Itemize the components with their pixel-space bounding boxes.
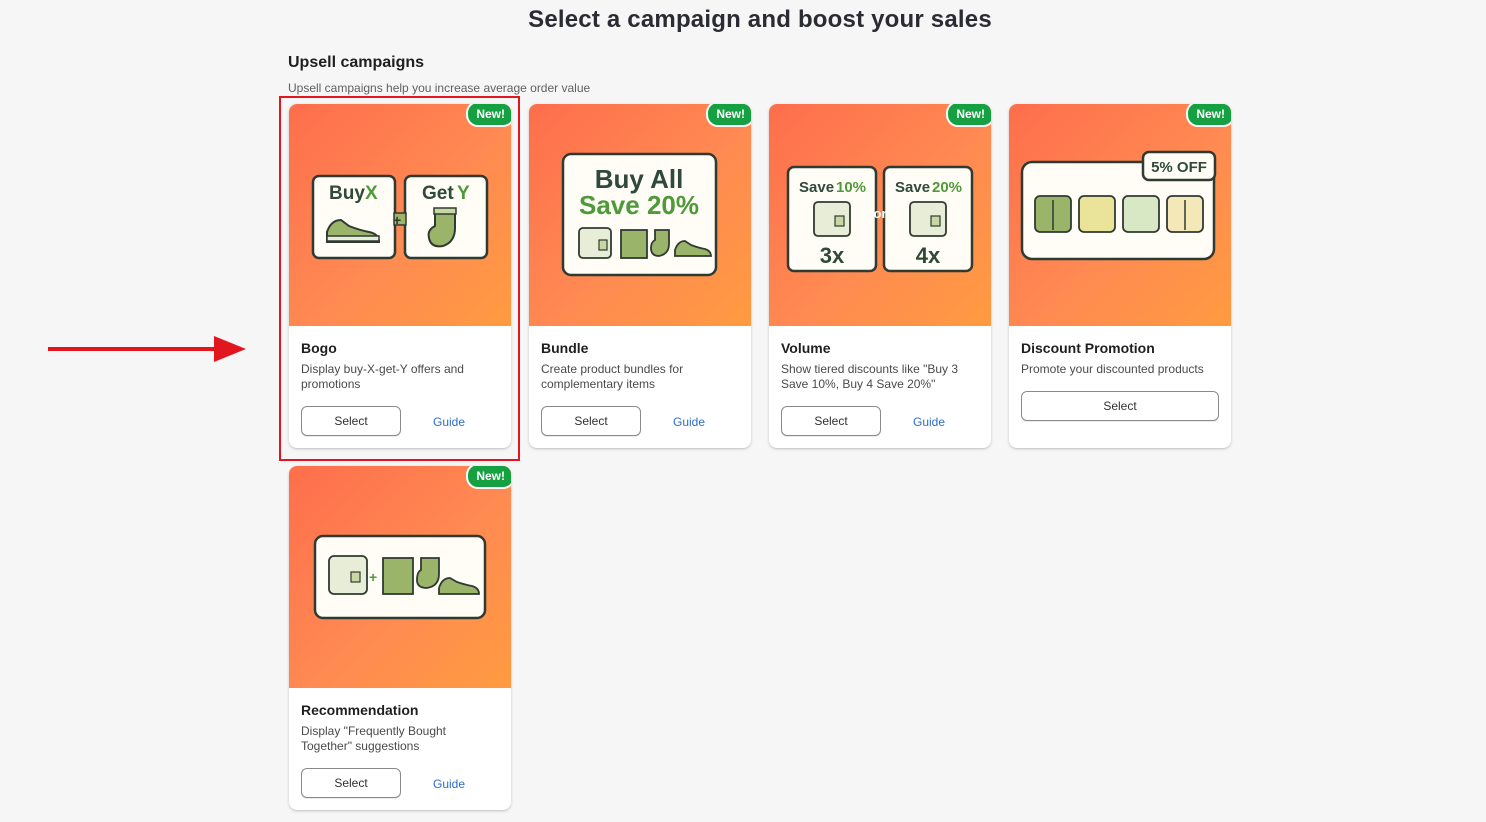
new-badge: New! [706, 104, 751, 127]
campaign-card-volume: Save 10% Save 20% 3x 4x or New! Volume S… [769, 104, 991, 448]
section-title: Upsell campaigns [288, 54, 425, 71]
discount-promotion-illustration: 5% OFF New! [1009, 104, 1231, 326]
svg-text:10%: 10% [836, 179, 866, 196]
svg-text:+: + [369, 569, 377, 585]
card-title: Discount Promotion [1021, 340, 1155, 356]
section-subtitle: Upsell campaigns help you increase avera… [288, 81, 591, 95]
svg-text:5% OFF: 5% OFF [1151, 159, 1207, 176]
svg-text:3x: 3x [820, 243, 845, 268]
select-button-bundle[interactable]: Select [541, 406, 641, 436]
svg-text:Save 20%: Save 20% [579, 190, 699, 220]
campaign-card-discount-promotion: 5% OFF New! Discount Promotion Promote y… [1009, 104, 1231, 448]
svg-text:20%: 20% [932, 179, 962, 196]
card-description: Create product bundles for complementary… [541, 362, 684, 391]
campaign-card-recommendation: + New! Recommendation Display "Frequentl… [289, 466, 511, 810]
bundle-illustration: Buy All Save 20% New! [529, 104, 751, 326]
card-title: Bundle [541, 340, 589, 356]
new-badge: New! [1186, 104, 1231, 127]
page-title: Select a campaign and boost your sales [528, 6, 992, 33]
new-badge: New! [466, 466, 511, 489]
campaign-card-bundle: Buy All Save 20% New! Bundle Create prod… [529, 104, 751, 448]
select-button-recommendation[interactable]: Select [301, 768, 401, 798]
recommendation-illustration: + New! [289, 466, 511, 688]
card-description: Show tiered discounts like "Buy 3 Save 1… [781, 362, 959, 391]
svg-text:Save: Save [895, 179, 930, 196]
guide-link-recommendation[interactable]: Guide [433, 777, 465, 791]
pointer-arrow-icon [48, 336, 246, 362]
svg-text:4x: 4x [916, 243, 941, 268]
card-description: Display "Frequently Bought Together" sug… [301, 724, 447, 753]
guide-link-volume[interactable]: Guide [913, 415, 945, 429]
select-button-discount-promotion[interactable]: Select [1021, 391, 1219, 421]
svg-text:or: or [874, 206, 887, 221]
volume-illustration: Save 10% Save 20% 3x 4x or New! [769, 104, 991, 326]
highlight-box [279, 96, 520, 461]
select-button-volume[interactable]: Select [781, 406, 881, 436]
card-title: Recommendation [301, 702, 419, 718]
card-description: Promote your discounted products [1021, 362, 1204, 376]
svg-text:Save: Save [799, 179, 834, 196]
new-badge: New! [946, 104, 991, 127]
card-title: Volume [781, 340, 831, 356]
guide-link-bundle[interactable]: Guide [673, 415, 705, 429]
